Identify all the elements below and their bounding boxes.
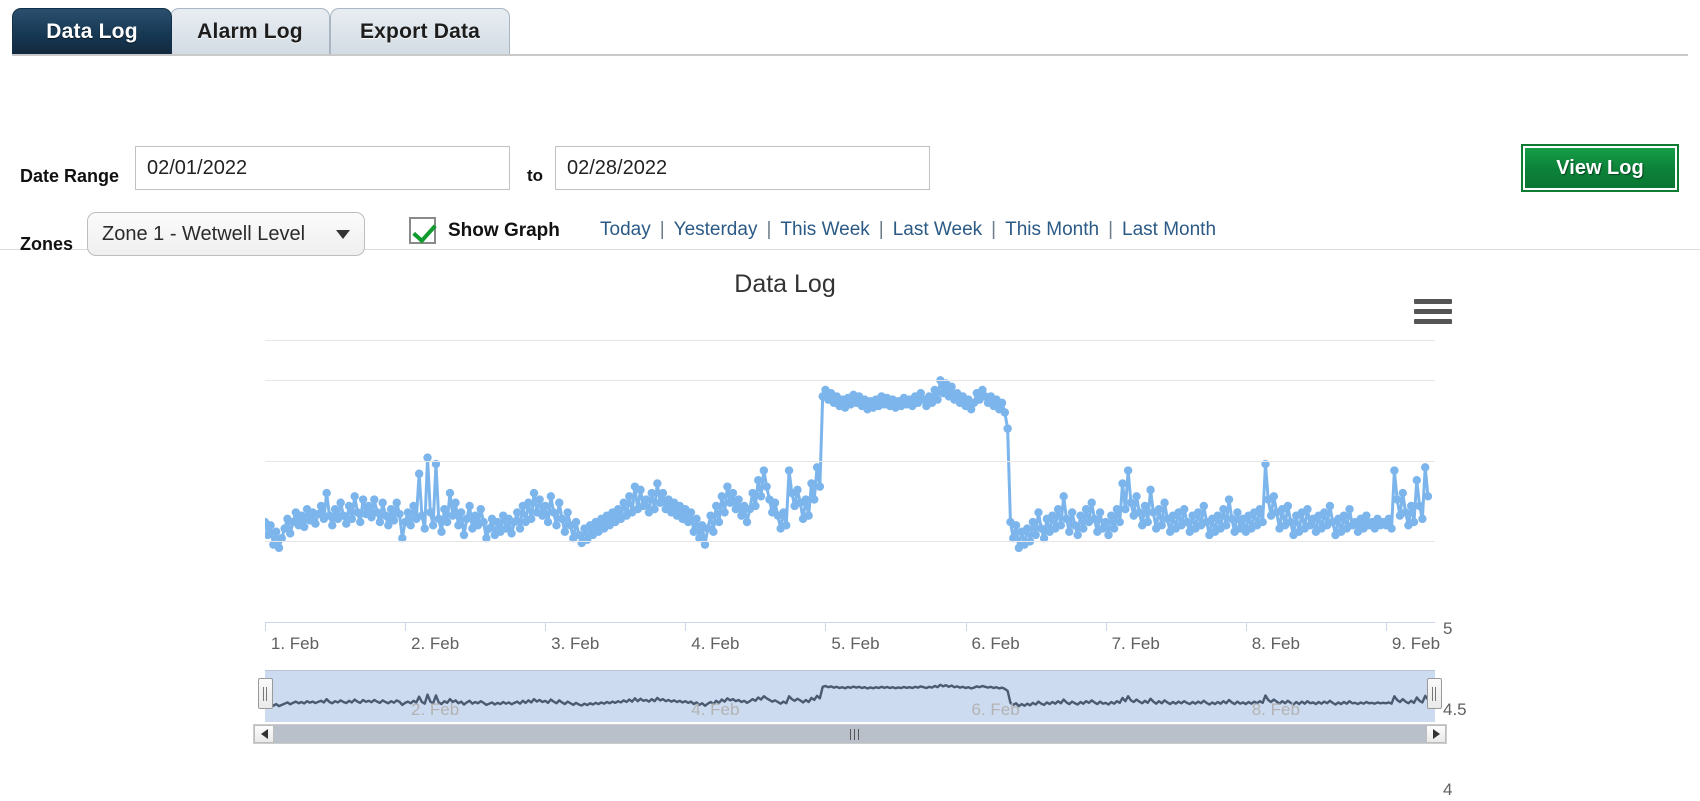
date-range-label: Date Range	[20, 166, 120, 186]
filter-bar: Date Range 02/01/2022 to 02/28/2022 View…	[0, 56, 1700, 256]
chart-x-tick-label: 3. Feb	[551, 634, 600, 653]
hamburger-menu-icon[interactable]	[1414, 299, 1452, 325]
chart-x-tick-label: 9. Feb	[1391, 634, 1441, 653]
chart-x-tick	[1385, 622, 1387, 631]
chart-y-tick-label: 4.5	[1443, 699, 1467, 719]
arrow-left-icon	[260, 729, 268, 739]
navigator-x-tick-label: 6. Feb	[971, 700, 1020, 719]
view-log-button-label: View Log	[1556, 156, 1644, 179]
chart-panel: Data Log 1. Feb 2. Feb 3. Feb 4. Feb 5. Feb 6…	[0, 250, 1700, 801]
chart-x-tick-label: 5. Feb	[831, 634, 880, 653]
view-log-button[interactable]: View Log	[1521, 144, 1679, 192]
chart-y-tick-label: 5	[1443, 619, 1453, 639]
quick-link-separator: |	[1108, 219, 1114, 240]
chart-gridline	[265, 460, 1435, 462]
quick-link-last-month[interactable]: Last Month	[1122, 219, 1216, 241]
chart-gridline	[265, 380, 1435, 382]
scroll-left-button[interactable]	[254, 725, 274, 743]
scrollbar-thumb[interactable]	[274, 725, 1426, 743]
tab-bar: Data Log Alarm Log Export Data	[0, 0, 1700, 56]
date-to-input[interactable]: 02/28/2022	[555, 146, 930, 190]
chart-x-tick-label: 4. Feb	[691, 634, 740, 653]
quick-link-last-week[interactable]: Last Week	[893, 219, 982, 241]
chart-x-tick	[405, 622, 407, 631]
scroll-right-button[interactable]	[1426, 725, 1446, 743]
chart-x-tick	[1245, 622, 1247, 631]
chart-x-tick	[825, 622, 827, 631]
scrollbar-grip-icon	[850, 729, 851, 740]
quick-range-links: Today | Yesterday | This Week | Last Week | This…	[600, 219, 1216, 241]
quick-link-separator: |	[878, 219, 884, 240]
chart-plot-area	[265, 340, 1435, 622]
arrow-right-icon	[1432, 729, 1440, 739]
chart-x-tick-label: 6. Feb	[971, 634, 1020, 653]
chart-x-axis-line	[265, 622, 1435, 623]
quick-link-this-week[interactable]: This Week	[780, 219, 869, 241]
chart-x-tick	[1105, 622, 1107, 631]
navigator-x-tick-label: 8. Feb	[1251, 700, 1300, 719]
chart-x-tick-label: 8. Feb	[1251, 634, 1300, 653]
tab-export-data[interactable]: Export Data	[330, 8, 510, 54]
navigator-x-tick-label: 2. Feb	[411, 700, 460, 719]
checkmark-icon	[409, 217, 436, 244]
navigator-x-tick-label: 4. Feb	[691, 700, 740, 719]
data-log-page: Data Log Alarm Log Export Data Date Rang…	[0, 0, 1700, 801]
date-from-input[interactable]: 02/01/2022	[135, 146, 510, 190]
tab-export-data-label: Export Data	[359, 19, 481, 43]
navigator-handle-right[interactable]	[1427, 678, 1442, 709]
chart-navigator[interactable]: 2. Feb 4. Feb 6. Feb 8. Feb	[258, 670, 1442, 722]
chart-gridline	[265, 541, 1435, 543]
chart-x-tick-label: 7. Feb	[1111, 634, 1160, 653]
chart-gridline	[265, 340, 1435, 341]
quick-link-separator: |	[991, 219, 997, 240]
chart-title-text: Data Log	[734, 270, 836, 298]
quick-link-today[interactable]: Today	[600, 219, 651, 241]
tab-alarm-log[interactable]: Alarm Log	[170, 8, 330, 54]
chart-x-tick	[545, 622, 547, 631]
quick-link-yesterday[interactable]: Yesterday	[674, 219, 758, 241]
zone-select-value: Zone 1 - Wetwell Level	[102, 222, 306, 245]
tab-alarm-log-label: Alarm Log	[197, 19, 303, 43]
show-graph-checkbox[interactable]: Show Graph	[409, 217, 560, 244]
show-graph-label: Show Graph	[448, 219, 560, 241]
date-to-separator-label: to	[527, 166, 544, 185]
chevron-down-icon	[336, 229, 350, 239]
chart-x-tick	[685, 622, 687, 631]
navigator-handle-left[interactable]	[258, 678, 273, 709]
navigator-scrollbar[interactable]	[253, 724, 1447, 744]
chart-x-tick	[965, 622, 967, 631]
chart-title: Data Log	[0, 270, 1700, 299]
tab-data-log[interactable]: Data Log	[12, 8, 172, 54]
quick-link-separator: |	[766, 219, 772, 240]
chart-series	[265, 376, 1433, 553]
chart-x-tick	[265, 622, 266, 631]
tab-data-log-label: Data Log	[46, 19, 138, 43]
quick-link-separator: |	[659, 219, 665, 240]
quick-link-this-month[interactable]: This Month	[1005, 219, 1099, 241]
chart-y-tick-label: 4	[1443, 780, 1453, 800]
chart-x-tick-label: 1. Feb	[270, 634, 320, 653]
chart-x-tick-label: 2. Feb	[411, 634, 460, 653]
